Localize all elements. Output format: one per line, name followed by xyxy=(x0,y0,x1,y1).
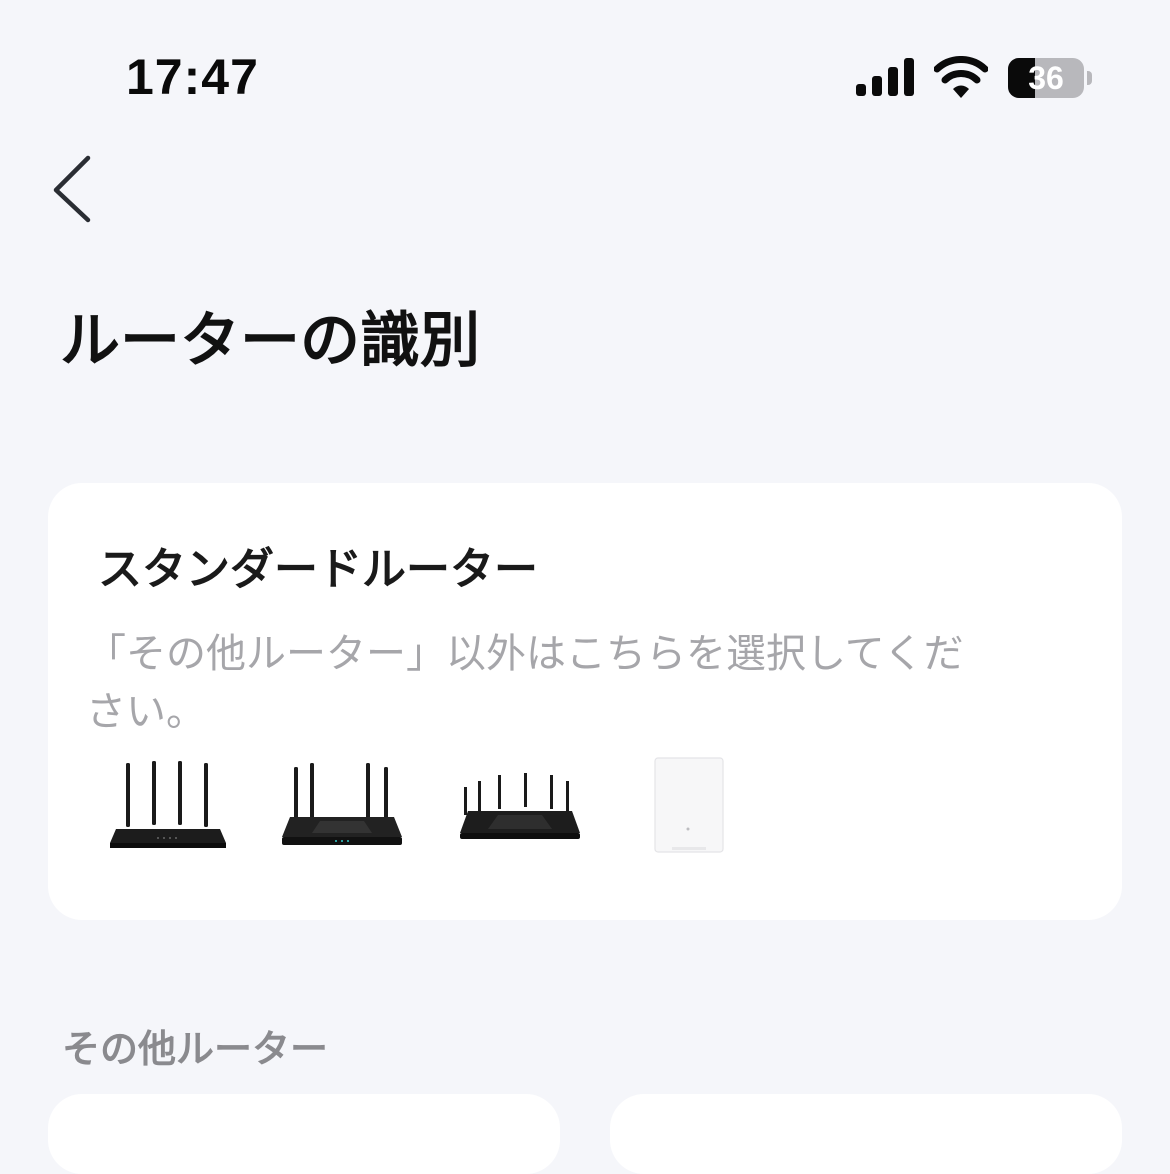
standard-router-card[interactable]: スタンダードルーター 「その他ルーター」以外はこちらを選択してください。 xyxy=(48,483,1122,920)
battery-icon: 36 xyxy=(1008,58,1092,98)
battery-percent: 36 xyxy=(1028,60,1064,96)
other-routers-section-label: その他ルーター xyxy=(62,1027,329,1071)
router-image-2 xyxy=(282,763,402,845)
status-time: 17:47 xyxy=(126,49,259,105)
page-title: ルーターの識別 xyxy=(60,306,480,376)
standard-router-title: スタンダードルーター xyxy=(98,544,538,595)
cellular-signal-icon xyxy=(856,58,914,96)
standard-router-description: 「その他ルーター」以外はこちらを選択してください。 xyxy=(86,631,964,735)
wifi-icon xyxy=(934,56,988,98)
router-image-4 xyxy=(654,757,724,853)
other-router-card-2[interactable] xyxy=(610,1094,1122,1174)
router-image-1 xyxy=(110,761,226,848)
battery-cap xyxy=(1087,71,1092,85)
back-chevron-icon[interactable] xyxy=(40,148,110,232)
battery-body: 36 xyxy=(1008,58,1084,98)
status-bar: 17:47 36 xyxy=(0,0,1170,140)
other-router-card-1[interactable] xyxy=(48,1094,560,1174)
router-image-3 xyxy=(460,773,580,839)
